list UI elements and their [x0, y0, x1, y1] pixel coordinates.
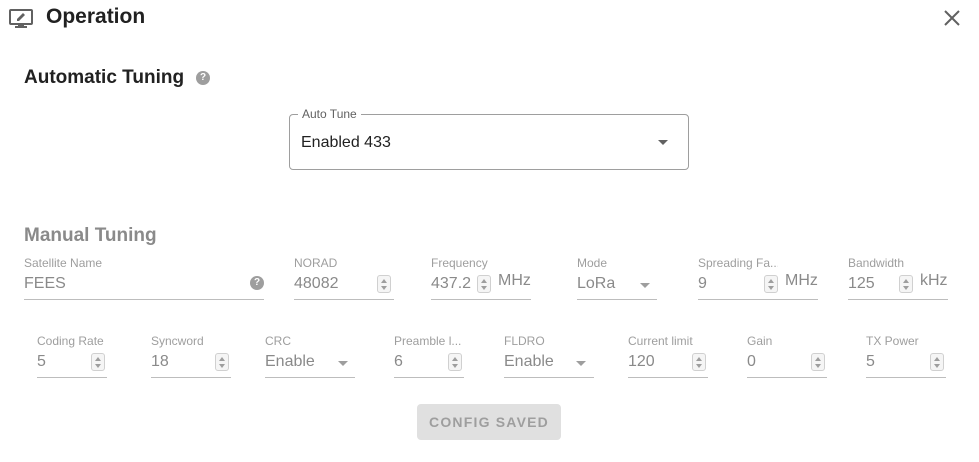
bandwidth-label: Bandwidth [848, 256, 905, 270]
spinner-icon[interactable] [811, 353, 825, 371]
norad-field[interactable]: NORAD 48082 [294, 256, 394, 302]
frequency-label: Frequency [431, 256, 488, 270]
underline [394, 377, 464, 378]
tx-power-label: TX Power [866, 334, 919, 348]
spreading-factor-label: Spreading Fa... [698, 256, 778, 270]
mode-label: Mode [577, 256, 608, 270]
config-saved-button[interactable]: CONFIG SAVED [417, 404, 561, 440]
underline [151, 377, 231, 378]
underline [37, 377, 107, 378]
bandwidth-unit: kHz [920, 272, 948, 289]
dialog-header: Operation [0, 0, 979, 40]
satellite-name-value[interactable]: FEES [24, 275, 66, 293]
fldro-select[interactable]: FLDRO Enable [504, 334, 594, 380]
fldro-value[interactable]: Enable [504, 353, 554, 371]
close-icon[interactable] [942, 8, 962, 28]
underline [265, 377, 355, 378]
dialog-title: Operation [46, 5, 146, 28]
norad-label: NORAD [294, 256, 338, 270]
spinner-icon[interactable] [215, 353, 229, 371]
preamble-value[interactable]: 6 [394, 353, 403, 371]
norad-value[interactable]: 48082 [294, 275, 339, 293]
underline [577, 299, 657, 300]
tx-power-value[interactable]: 5 [866, 353, 875, 371]
coding-rate-label: Coding Rate [37, 334, 104, 348]
chevron-down-icon[interactable] [338, 361, 348, 366]
chevron-down-icon[interactable] [658, 140, 668, 145]
underline [628, 377, 708, 378]
spinner-icon[interactable] [377, 275, 391, 293]
underline [848, 299, 948, 300]
fldro-label: FLDRO [504, 334, 545, 348]
syncword-value[interactable]: 18 [151, 353, 169, 371]
spinner-icon[interactable] [91, 353, 105, 371]
auto-tune-label: Auto Tune [298, 107, 361, 121]
underline [866, 377, 946, 378]
current-limit-field[interactable]: Current limit 120 [628, 334, 708, 380]
mode-select[interactable]: Mode LoRa [577, 256, 657, 302]
spreading-factor-field[interactable]: Spreading Fa... 9 MHz [698, 256, 818, 302]
frequency-unit: MHz [498, 272, 531, 289]
gain-field[interactable]: Gain 0 [747, 334, 827, 380]
tx-power-field[interactable]: TX Power 5 [866, 334, 946, 380]
mode-value[interactable]: LoRa [577, 275, 615, 293]
spinner-icon[interactable] [448, 353, 462, 371]
spinner-icon[interactable] [692, 353, 706, 371]
spreading-factor-value[interactable]: 9 [698, 275, 707, 293]
underline [747, 377, 827, 378]
satellite-name-label: Satellite Name [24, 256, 103, 270]
help-icon[interactable]: ? [196, 71, 210, 85]
auto-tune-select[interactable]: Auto Tune Enabled 433 [289, 107, 689, 170]
coding-rate-value[interactable]: 5 [37, 353, 46, 371]
gain-value[interactable]: 0 [747, 353, 756, 371]
spinner-icon[interactable] [899, 275, 913, 293]
manual-tuning-title: Manual Tuning [24, 225, 157, 246]
spinner-icon[interactable] [930, 353, 944, 371]
gain-label: Gain [747, 334, 773, 348]
frequency-field[interactable]: Frequency 437.2 MHz [431, 256, 531, 302]
spinner-icon[interactable] [764, 275, 778, 293]
syncword-label: Syncword [151, 334, 204, 348]
current-limit-label: Current limit [628, 334, 693, 348]
auto-tune-value: Enabled 433 [301, 134, 391, 151]
underline [431, 299, 531, 300]
chevron-down-icon[interactable] [640, 283, 650, 288]
spreading-factor-unit: MHz [785, 272, 818, 289]
underline [504, 377, 594, 378]
underline [294, 299, 394, 300]
syncword-field[interactable]: Syncword 18 [151, 334, 231, 380]
crc-value[interactable]: Enable [265, 353, 315, 371]
crc-select[interactable]: CRC Enable [265, 334, 355, 380]
underline [24, 299, 264, 300]
crc-label: CRC [265, 334, 291, 348]
satellite-name-field[interactable]: Satellite Name FEES ? [24, 256, 264, 302]
preamble-field[interactable]: Preamble l... 6 [394, 334, 464, 380]
spinner-icon[interactable] [477, 275, 491, 293]
preamble-label: Preamble l... [394, 334, 462, 348]
chevron-down-icon[interactable] [576, 361, 586, 366]
monitor-edit-icon [9, 9, 33, 28]
bandwidth-value[interactable]: 125 [848, 275, 875, 293]
automatic-tuning-title: Automatic Tuning [24, 67, 185, 88]
underline [698, 299, 818, 300]
bandwidth-field[interactable]: Bandwidth 125 kHz [848, 256, 948, 302]
help-icon[interactable]: ? [250, 276, 264, 290]
coding-rate-field[interactable]: Coding Rate 5 [37, 334, 107, 380]
current-limit-value[interactable]: 120 [628, 353, 655, 371]
frequency-value[interactable]: 437.2 [431, 275, 471, 293]
